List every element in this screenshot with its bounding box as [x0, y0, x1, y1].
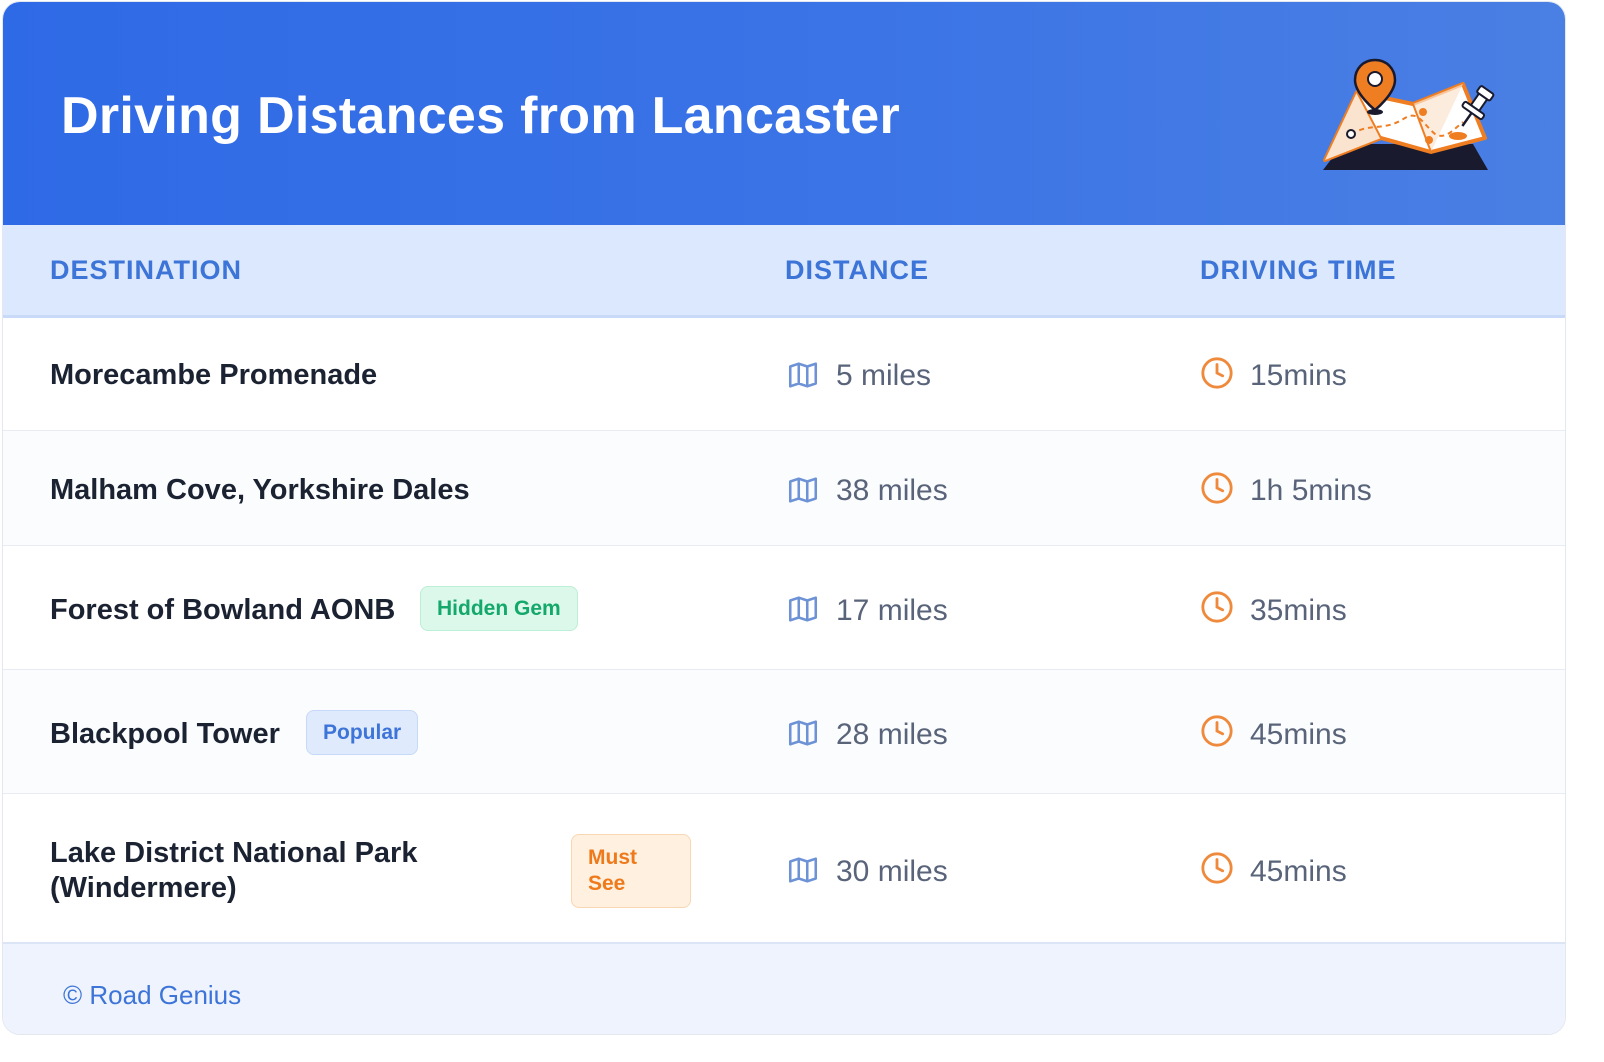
driving-time-value: 15mins: [1250, 359, 1347, 392]
destination-name: Malham Cove, Yorkshire Dales: [50, 474, 470, 506]
distance-value: 38 miles: [836, 474, 948, 507]
page-title: Driving Distances from Lancaster: [61, 87, 900, 145]
column-header-destination: DESTINATION: [50, 255, 242, 285]
map-icon: [788, 857, 818, 883]
destination-name-line-1: Lake District National Park: [50, 837, 418, 869]
destination-name: Morecambe Promenade: [50, 359, 378, 391]
card-header: Driving Distances from Lancaster: [3, 2, 1565, 225]
clock-icon: [1201, 357, 1233, 389]
clock-icon: [1201, 472, 1233, 504]
table-header: DESTINATION DISTANCE DRIVING TIME: [3, 225, 1565, 318]
distance-card: Driving Distances from Lancaster DESTINA…: [2, 1, 1566, 1035]
map-icon: [788, 720, 818, 746]
map-icon: [788, 362, 818, 388]
destination-name-line-2: (Windermere): [50, 872, 237, 904]
distance-value: 17 miles: [836, 594, 948, 627]
driving-time-value: 45mins: [1250, 855, 1347, 888]
table-row: Blackpool Tower Popular 28 miles 45mins: [3, 670, 1565, 794]
table-row: Malham Cove, Yorkshire Dales 38 miles 1h…: [3, 431, 1565, 546]
destination-name: Blackpool Tower: [50, 718, 280, 750]
distance-value: 28 miles: [836, 718, 948, 751]
destination-name: Forest of Bowland AONB: [50, 594, 396, 626]
clock-icon: [1201, 852, 1233, 884]
table-row: Lake District National Park (Windermere)…: [3, 794, 1565, 942]
card-footer: © Road Genius: [3, 942, 1565, 1034]
popular-badge: Popular: [306, 710, 419, 755]
map-icon: [788, 596, 818, 622]
map-pin-illustration-icon: [1323, 58, 1495, 170]
column-header-driving-time: DRIVING TIME: [1200, 255, 1397, 285]
distance-value: 5 miles: [836, 359, 932, 392]
distance-value: 30 miles: [836, 855, 948, 888]
table-row: Morecambe Promenade 5 miles 15mins: [3, 318, 1565, 431]
map-icon: [788, 477, 818, 503]
driving-time-value: 45mins: [1250, 718, 1347, 751]
column-header-distance: DISTANCE: [785, 255, 930, 285]
destination-name: Lake District National Park (Windermere): [50, 836, 417, 906]
clock-icon: [1201, 715, 1233, 747]
driving-time-value: 35mins: [1250, 594, 1347, 627]
driving-time-value: 1h 5mins: [1250, 474, 1372, 507]
footer-credit: © Road Genius: [63, 980, 242, 1010]
hidden-gem-badge: Hidden Gem: [420, 586, 578, 631]
table-row: Forest of Bowland AONB Hidden Gem 17 mil…: [3, 546, 1565, 670]
clock-icon: [1201, 591, 1233, 623]
must-see-badge: Must See: [571, 834, 691, 908]
